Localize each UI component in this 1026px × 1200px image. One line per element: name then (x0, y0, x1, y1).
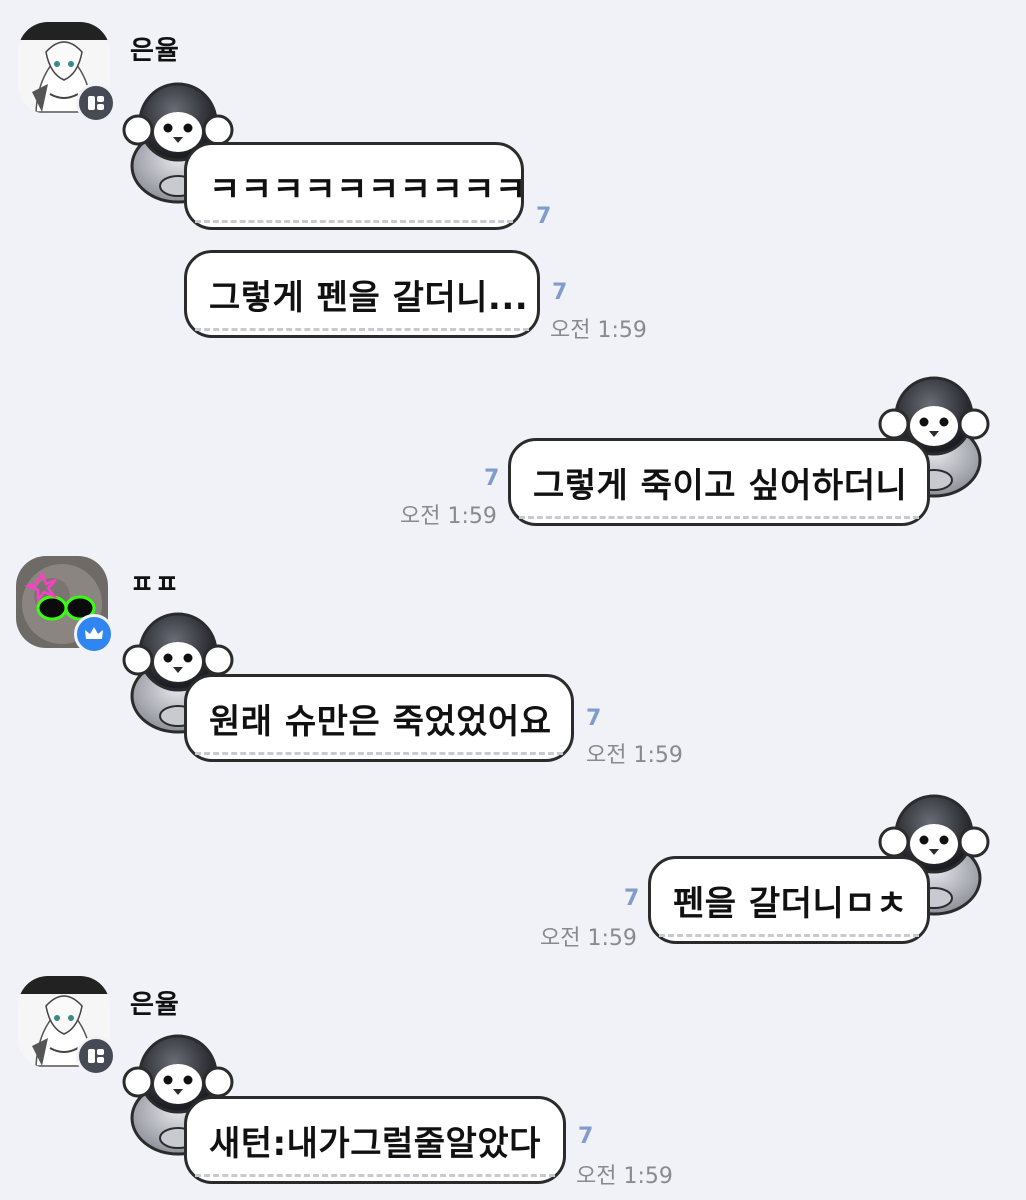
timestamp: 오전 1:59 (586, 743, 683, 768)
message-text: 펜을 갈더니ㅁㅊ (673, 883, 908, 924)
host-badge (74, 614, 114, 654)
message-bubble[interactable]: ㅋㅋㅋㅋㅋㅋㅋㅋㅋㅋ (184, 142, 527, 230)
open-chat-badge-icon (88, 96, 104, 110)
timestamp: 오전 1:59 (400, 504, 497, 529)
message-bubble[interactable]: 원래 슈만은 죽었었어요 (184, 674, 574, 762)
timestamp: 오전 1:59 (576, 1164, 673, 1189)
message-text: 원래 슈만은 죽었었어요 (209, 701, 552, 742)
sender-name: 은율 (130, 36, 180, 66)
open-chat-badge (76, 83, 116, 123)
crown-icon (85, 627, 103, 639)
unread-count: 7 (536, 204, 552, 229)
message-text: 그렇게 죽이고 싶어하더니 (533, 465, 908, 506)
open-chat-badge (76, 1036, 116, 1076)
timestamp: 오전 1:59 (540, 926, 637, 951)
message-text: 그렇게 펜을 갈더니... (209, 277, 529, 318)
message-text: 새턴:내가그럴줄알았다 (209, 1123, 541, 1164)
message-text: ㅋㅋㅋㅋㅋㅋㅋㅋㅋㅋ (209, 169, 527, 210)
message-bubble[interactable]: 그렇게 펜을 갈더니... (184, 250, 540, 338)
message-bubble[interactable]: 펜을 갈더니ㅁㅊ (648, 856, 930, 944)
unread-count: 7 (552, 280, 568, 305)
unread-count: 7 (586, 706, 602, 731)
message-bubble[interactable]: 그렇게 죽이고 싶어하더니 (508, 438, 930, 526)
sender-name: 은율 (130, 990, 180, 1020)
unread-count: 7 (484, 466, 500, 491)
message-bubble[interactable]: 새턴:내가그럴줄알았다 (184, 1096, 566, 1184)
open-chat-badge-icon (88, 1049, 104, 1063)
timestamp: 오전 1:59 (550, 318, 647, 343)
unread-count: 7 (624, 886, 640, 911)
sender-name: ㅍㅍ (130, 570, 180, 600)
unread-count: 7 (578, 1124, 594, 1149)
